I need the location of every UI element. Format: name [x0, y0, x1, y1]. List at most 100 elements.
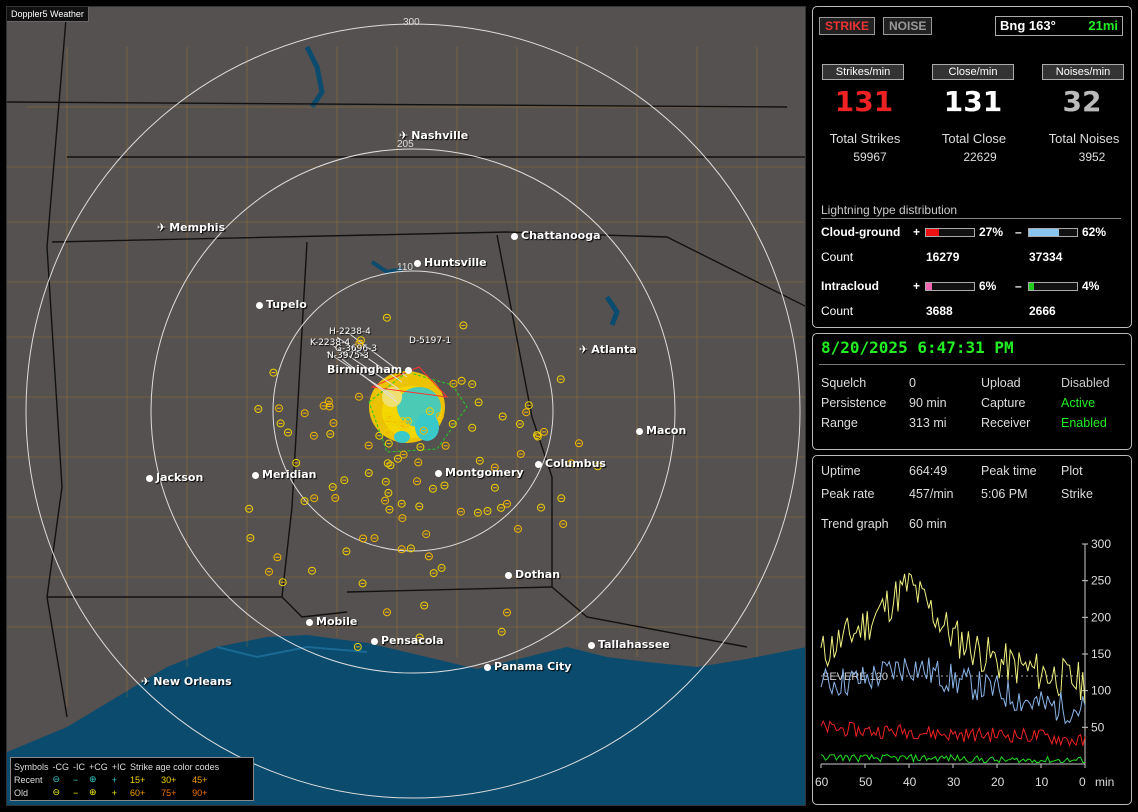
x-tick-label: 0 — [1079, 775, 1086, 789]
y-tick-label: 150 — [1091, 647, 1111, 661]
x-tick-label: 50 — [859, 775, 873, 789]
airport-icon: ✈ — [141, 675, 151, 688]
y-tick-label: 200 — [1091, 610, 1111, 624]
range-value[interactable]: 313 mi — [909, 416, 947, 430]
status-panel: 8/20/2025 6:47:31 PM Squelch 0 Upload Di… — [812, 333, 1132, 450]
airport-icon: ✈ — [579, 343, 589, 356]
plot-value[interactable]: Strike — [1061, 487, 1093, 501]
city-huntsville: Huntsville — [414, 256, 487, 269]
neg-ic-recent-icon: − — [73, 774, 79, 785]
ring-label-110: 110 — [397, 262, 413, 273]
total-close-label: Total Close — [941, 131, 1007, 146]
y-tick-label: 100 — [1091, 684, 1111, 698]
peak-time-label: Peak time — [981, 464, 1037, 478]
legend-pos-cg-header: +CG — [89, 761, 108, 772]
neg-ic-old-icon: − — [73, 787, 79, 798]
airport-icon: ✈ — [157, 221, 167, 234]
ic-count-label: Count — [821, 304, 854, 318]
city-nashville: ✈ Nashville — [399, 129, 469, 142]
city-dot-icon — [371, 637, 378, 645]
legend-pos-ic-header: +IC — [111, 761, 127, 772]
legend-neg-ic-header: -IC — [73, 761, 86, 772]
ic-minus-sign: – — [1015, 279, 1022, 293]
city-dot-icon — [435, 469, 442, 477]
city-dothan: Dothan — [505, 568, 560, 581]
x-tick-label: 60 — [815, 775, 829, 789]
city-mobile: Mobile — [306, 615, 357, 628]
cg-negative-count: 37334 — [1029, 250, 1063, 264]
city-birmingham: Birmingham — [327, 363, 415, 376]
storm-label[interactable]: G-3696-3 — [335, 344, 377, 354]
stats-panel: STRIKE NOISE Bng 163° 21mi Strikes/min C… — [812, 6, 1132, 328]
strike-toggle-button[interactable]: STRIKE — [819, 17, 876, 35]
capture-label: Capture — [981, 396, 1026, 410]
y-tick-label: 300 — [1091, 537, 1111, 551]
x-tick-label: 20 — [991, 775, 1005, 789]
map-title: Doppler5 Weather — [7, 7, 89, 22]
trend-graph-value[interactable]: 60 min — [909, 517, 947, 531]
city-panama-city: Panama City — [484, 660, 571, 673]
cg-minus-sign: – — [1015, 225, 1022, 239]
city-chattanooga: Chattanooga — [511, 229, 601, 242]
city-dot-icon — [405, 366, 413, 374]
city-dot-icon — [535, 460, 542, 468]
city-tallahassee: Tallahassee — [588, 638, 670, 651]
plot-label: Plot — [1061, 464, 1083, 478]
status-divider — [819, 364, 1125, 365]
strikes-per-min-button[interactable]: Strikes/min — [822, 64, 904, 80]
trend-chart: 3002502001501005060 50 40 30 20 10 0 minSEVERE … — [815, 537, 1114, 789]
close-per-min-value: 131 — [943, 85, 1003, 118]
noise-toggle-button[interactable]: NOISE — [883, 17, 933, 35]
capture-value[interactable]: Active — [1061, 396, 1095, 410]
cloud-ground-label: Cloud-ground — [821, 225, 901, 239]
total-noises-value: 3952 — [1078, 150, 1106, 164]
age-code: 45+ — [192, 774, 208, 785]
trend-graph-label: Trend graph — [821, 517, 889, 531]
storm-label[interactable]: H-2238-4 — [329, 327, 371, 337]
upload-value[interactable]: Disabled — [1061, 376, 1110, 390]
total-close-value: 22629 — [963, 150, 997, 164]
strike-symbols — [245, 313, 602, 651]
city-dot-icon — [252, 471, 259, 479]
squelch-label: Squelch — [821, 376, 867, 390]
peak-rate-label: Peak rate — [821, 487, 875, 501]
cg-positive-bar — [925, 228, 975, 237]
ring-label-300: 300 — [403, 17, 420, 28]
noises-per-min-button[interactable]: Noises/min — [1042, 64, 1124, 80]
x-tick-label: 10 — [1035, 775, 1049, 789]
airport-icon: ✈ — [399, 129, 409, 142]
y-tick-label: 50 — [1091, 720, 1105, 734]
ic-negative-bar — [1028, 282, 1078, 291]
cg-negative-pct: 62% — [1082, 225, 1107, 239]
distance-value: 21mi — [1088, 18, 1118, 33]
distribution-title: Lightning type distribution — [821, 203, 1121, 219]
age-code: 60+ — [130, 787, 146, 798]
cg-positive-pct: 27% — [979, 225, 1004, 239]
x-unit-label: min — [1095, 775, 1114, 789]
lightning-map[interactable]: Doppler5 Weather 300 205 110 ✈ Nashville … — [6, 6, 806, 806]
neg-cg-old-icon: ⊖ — [52, 787, 61, 797]
trend-series-line — [820, 657, 1086, 725]
strike-cluster — [368, 366, 468, 453]
y-tick-label: 250 — [1091, 574, 1111, 588]
x-tick-label: 30 — [947, 775, 961, 789]
cg-plus-sign: + — [913, 225, 921, 239]
receiver-label: Receiver — [981, 416, 1031, 430]
city-tupelo: Tupelo — [256, 298, 307, 311]
city-dot-icon — [256, 301, 263, 309]
persistence-label: Persistence — [821, 396, 887, 410]
city-columbus: Columbus — [535, 457, 606, 470]
storm-label[interactable]: D-5197-1 — [409, 336, 451, 346]
age-code: 75+ — [161, 787, 177, 798]
persistence-value[interactable]: 90 min — [909, 396, 947, 410]
trend-panel: Uptime 664:49 Peak time Plot Peak rate 4… — [812, 455, 1132, 805]
trend-series-line — [820, 753, 1085, 764]
legend-symbols-header: Symbols — [14, 761, 49, 772]
close-per-min-button[interactable]: Close/min — [932, 64, 1014, 80]
squelch-value[interactable]: 0 — [909, 376, 916, 390]
receiver-value[interactable]: Enabled — [1061, 416, 1107, 430]
upload-label: Upload — [981, 376, 1021, 390]
legend-old-label: Old — [14, 787, 29, 798]
total-strikes-value: 59967 — [853, 150, 887, 164]
city-dot-icon — [505, 571, 512, 579]
